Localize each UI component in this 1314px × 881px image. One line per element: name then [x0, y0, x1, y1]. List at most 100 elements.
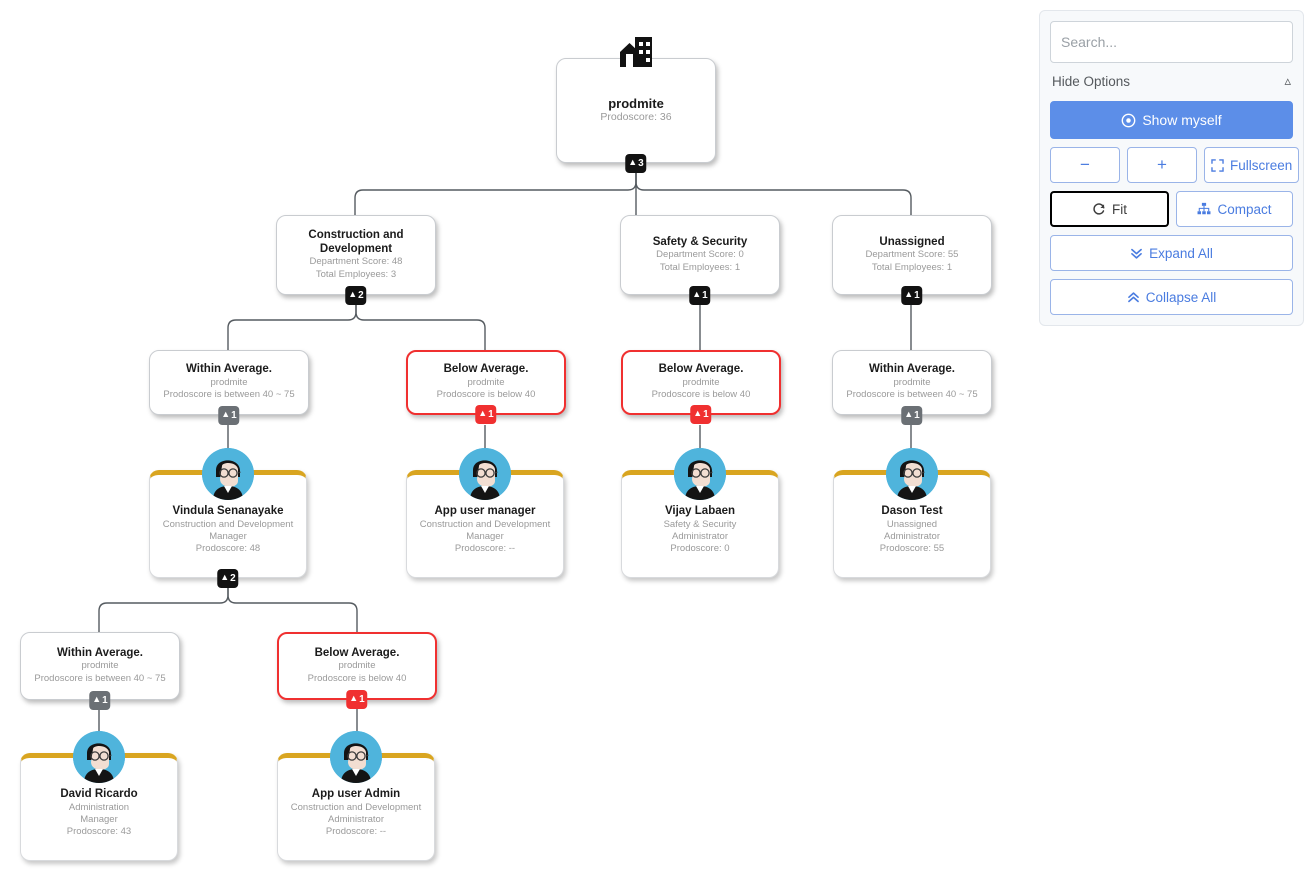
- person-score: Prodoscore: 48: [195, 543, 261, 555]
- collapse-all-button[interactable]: Collapse All: [1050, 279, 1293, 315]
- person-card-app-user-admin[interactable]: App user Admin Construction and Developm…: [277, 731, 435, 861]
- criteria-title: Within Average.: [186, 363, 272, 376]
- zoom-controls-row: − + Fullscreen: [1050, 147, 1300, 183]
- avatar: [73, 731, 125, 783]
- person-department: Administration: [68, 801, 130, 813]
- criteria-node-below-average[interactable]: Below Average. prodmite Prodoscore is be…: [406, 350, 566, 424]
- person-score: Prodoscore: --: [325, 826, 387, 838]
- chevrons-down-icon: [1130, 247, 1143, 260]
- collapse-badge-criteria[interactable]: ▲ 1: [901, 406, 923, 425]
- criteria-range: Prodoscore is between 40 ~ 75: [163, 389, 295, 401]
- criteria-node-below-average[interactable]: Below Average. prodmite Prodoscore is be…: [621, 350, 781, 424]
- person-name: App user Admin: [311, 788, 401, 800]
- person-card-vijay-labaen[interactable]: Vijay Labaen Safety & Security Administr…: [621, 448, 779, 578]
- person-score: Prodoscore: 55: [879, 543, 945, 555]
- search-input[interactable]: [1050, 21, 1293, 63]
- avatar: [674, 448, 726, 500]
- show-myself-button[interactable]: Show myself: [1050, 101, 1293, 139]
- chevron-up-icon: ▲: [904, 289, 914, 299]
- zoom-in-label: +: [1157, 155, 1167, 174]
- criteria-title: Below Average.: [443, 363, 529, 376]
- chevron-up-icon: ▲: [348, 289, 358, 299]
- department-node-construction-and-development[interactable]: Construction and Development Department …: [276, 215, 436, 305]
- fit-button[interactable]: Fit: [1050, 191, 1169, 227]
- criteria-title: Below Average.: [314, 646, 400, 659]
- hide-options-toggle[interactable]: Hide Options ▵: [1050, 71, 1293, 93]
- avatar: [202, 448, 254, 500]
- collapse-badge-person[interactable]: ▲ 2: [217, 569, 239, 588]
- chevron-up-icon: ▲: [904, 409, 914, 419]
- criteria-range: Prodoscore is between 40 ~ 75: [846, 389, 978, 401]
- person-score: Prodoscore: --: [454, 543, 516, 555]
- chevron-up-icon: ▲: [692, 289, 702, 299]
- department-title: Construction and Development: [308, 229, 404, 255]
- collapse-badge-department[interactable]: ▲ 1: [689, 286, 711, 305]
- chevron-up-icon: ▲: [628, 157, 638, 167]
- zoom-in-button[interactable]: +: [1127, 147, 1197, 183]
- control-panel: Hide Options ▵ Show myself − +: [1039, 10, 1304, 326]
- criteria-org: prodmite: [893, 376, 931, 388]
- target-icon: [1121, 113, 1136, 128]
- avatar: [886, 448, 938, 500]
- person-role: Administrator: [884, 530, 940, 542]
- person-department: Construction and Development: [290, 801, 422, 813]
- person-name: Vijay Labaen: [664, 505, 736, 517]
- criteria-node-below-average[interactable]: Below Average. prodmite Prodoscore is be…: [277, 632, 437, 709]
- person-card-app-user-manager[interactable]: App user manager Construction and Develo…: [406, 448, 564, 578]
- collapse-badge-criteria[interactable]: ▲ 1: [218, 406, 240, 425]
- criteria-org: prodmite: [682, 376, 720, 388]
- compact-label: Compact: [1217, 201, 1272, 217]
- criteria-range: Prodoscore is below 40: [436, 389, 536, 401]
- show-myself-label: Show myself: [1142, 112, 1222, 128]
- criteria-title: Within Average.: [869, 363, 955, 376]
- zoom-out-label: −: [1080, 155, 1090, 174]
- chevron-up-icon: ▲: [349, 693, 359, 703]
- hierarchy-icon: [1197, 202, 1211, 216]
- criteria-org: prodmite: [210, 376, 248, 388]
- criteria-range: Prodoscore is between 40 ~ 75: [34, 672, 166, 684]
- department-node-safety-and-security[interactable]: Safety & Security Department Score: 0 To…: [620, 215, 780, 305]
- department-employees: Total Employees: 1: [871, 261, 953, 273]
- zoom-out-button[interactable]: −: [1050, 147, 1120, 183]
- collapse-badge-department[interactable]: ▲ 1: [901, 286, 923, 305]
- org-node-root[interactable]: prodmite Prodoscore: 36 ▲ 3: [556, 37, 716, 173]
- criteria-node-within-average[interactable]: Within Average. prodmite Prodoscore is b…: [149, 350, 309, 425]
- person-role: Administrator: [672, 530, 728, 542]
- criteria-node-within-average[interactable]: Within Average. prodmite Prodoscore is b…: [20, 632, 180, 710]
- department-score: Department Score: 55: [865, 249, 959, 261]
- criteria-org: prodmite: [467, 376, 505, 388]
- collapse-badge-root[interactable]: ▲ 3: [625, 154, 647, 173]
- chevron-up-icon: ▲: [221, 409, 231, 419]
- collapse-badge-criteria[interactable]: ▲ 1: [690, 405, 712, 424]
- person-department: Unassigned: [886, 518, 938, 530]
- person-name: App user manager: [434, 505, 536, 517]
- root-score: Prodoscore: 36: [600, 111, 672, 124]
- fullscreen-icon: [1211, 158, 1224, 172]
- criteria-range: Prodoscore is below 40: [307, 672, 407, 684]
- compact-button[interactable]: Compact: [1176, 191, 1293, 227]
- person-score: Prodoscore: 43: [66, 826, 132, 838]
- expand-all-button[interactable]: Expand All: [1050, 235, 1293, 271]
- person-card-david-ricardo[interactable]: David Ricardo Administration Manager Pro…: [20, 731, 178, 861]
- person-score: Prodoscore: 0: [670, 543, 730, 555]
- person-name: Dason Test: [881, 505, 943, 517]
- department-node-unassigned[interactable]: Unassigned Department Score: 55 Total Em…: [832, 215, 992, 305]
- collapse-badge-criteria[interactable]: ▲ 1: [89, 691, 111, 710]
- person-name: David Ricardo: [60, 788, 138, 800]
- collapse-badge-criteria[interactable]: ▲ 1: [346, 690, 368, 709]
- collapse-badge-department[interactable]: ▲ 2: [345, 286, 367, 305]
- avatar: [330, 731, 382, 783]
- collapse-badge-criteria[interactable]: ▲ 1: [475, 405, 497, 424]
- person-department: Construction and Development: [419, 518, 551, 530]
- fit-label: Fit: [1112, 201, 1127, 217]
- chevron-up-icon: ▲: [92, 694, 102, 704]
- department-title: Safety & Security: [652, 235, 748, 248]
- department-title: Unassigned: [879, 235, 945, 248]
- criteria-node-within-average[interactable]: Within Average. prodmite Prodoscore is b…: [832, 350, 992, 425]
- person-card-dason-test[interactable]: Dason Test Unassigned Administrator Prod…: [833, 448, 991, 578]
- fullscreen-button[interactable]: Fullscreen: [1204, 147, 1300, 183]
- department-score: Department Score: 48: [309, 256, 403, 268]
- criteria-title: Below Average.: [658, 363, 744, 376]
- hide-options-label: Hide Options: [1052, 73, 1131, 89]
- person-card-vindula-senanayake[interactable]: Vindula Senanayake Construction and Deve…: [149, 448, 307, 588]
